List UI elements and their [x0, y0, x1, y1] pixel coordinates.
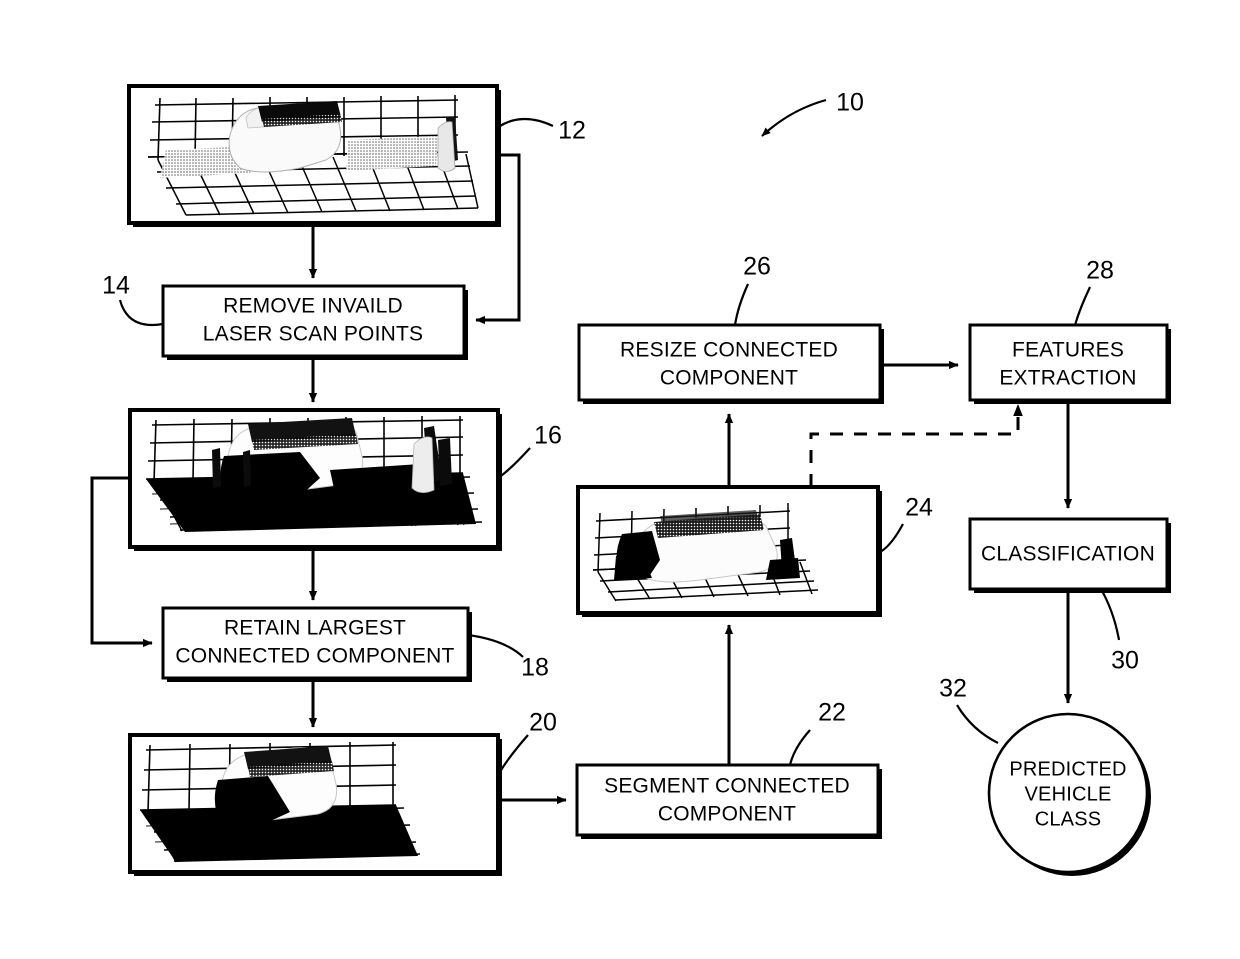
ref-leader-28 [1073, 286, 1091, 326]
ref-number-26: 26 [743, 253, 771, 281]
ref-leader-16 [497, 447, 531, 479]
edge-24-to-28-arrowhead [1013, 404, 1023, 416]
node-segmented-image: 24 [576, 485, 933, 617]
node-largest-component-image: 20 [128, 709, 557, 876]
ref-leader-14 [118, 299, 164, 327]
ref-number-28: 28 [1086, 257, 1114, 285]
ref-number-18: 18 [521, 654, 549, 682]
classification-label: CLASSIFICATION [981, 543, 1155, 566]
edge-24-to-28-dashed [809, 414, 1020, 487]
ref-number-16: 16 [534, 422, 562, 450]
ref-number-14: 14 [102, 272, 130, 300]
retain-largest-line1: RETAIN LARGEST [224, 617, 406, 640]
ref-leader-26 [733, 283, 750, 326]
predicted-class-line3: CLASS [1035, 808, 1102, 830]
ref-leader-12 [499, 117, 554, 127]
predicted-class-line2: VEHICLE [1025, 783, 1112, 805]
ref-number-20: 20 [529, 709, 557, 737]
figure-canvas: 12 REMOVE INVAILD LASER SCAN POINTS 14 1… [0, 0, 1240, 959]
flow-diagram: 12 REMOVE INVAILD LASER SCAN POINTS 14 1… [90, 84, 1171, 876]
figure-ref-10: 10 [761, 89, 864, 137]
ref-leader-32 [956, 704, 999, 744]
ref-leader-22 [788, 729, 811, 766]
remove-invalid-line2: LASER SCAN POINTS [203, 323, 423, 346]
features-extraction-line2: EXTRACTION [999, 367, 1136, 390]
remove-invalid-line1: REMOVE INVAILD [223, 295, 403, 318]
node-filtered-scan-image: 16 [128, 408, 562, 551]
resize-connected-line2: COMPONENT [660, 367, 798, 390]
ref-number-22: 22 [818, 699, 846, 727]
segment-connected-line2: COMPONENT [658, 803, 796, 826]
segment-connected-line1: SEGMENT CONNECTED [604, 775, 850, 798]
ref-leader-10 [761, 98, 827, 137]
node-resize-connected[interactable]: RESIZE CONNECTED COMPONENT 26 [577, 253, 884, 404]
ref-leader-20 [499, 734, 529, 773]
retain-largest-line2: CONNECTED COMPONENT [175, 645, 454, 668]
ref-number-24: 24 [905, 494, 933, 522]
node-features-extraction[interactable]: FEATURES EXTRACTION 28 [968, 257, 1171, 404]
features-extraction-line1: FEATURES [1012, 339, 1124, 362]
ref-leader-18 [467, 633, 524, 658]
ref-leader-30 [1100, 588, 1121, 641]
node-retain-largest[interactable]: RETAIN LARGEST CONNECTED COMPONENT 18 [161, 606, 549, 682]
node-classification[interactable]: CLASSIFICATION 30 [968, 517, 1171, 675]
ref-number-10: 10 [836, 89, 864, 117]
resize-connected-line1: RESIZE CONNECTED [620, 339, 838, 362]
ref-number-30: 30 [1111, 647, 1139, 675]
node-remove-invalid[interactable]: REMOVE INVAILD LASER SCAN POINTS 14 [102, 272, 468, 360]
node-predicted-vehicle-class[interactable]: PREDICTED VEHICLE CLASS 32 [939, 675, 1151, 876]
ref-number-32: 32 [939, 675, 967, 703]
predicted-class-line1: PREDICTED [1009, 758, 1126, 780]
ref-number-12: 12 [558, 117, 586, 145]
